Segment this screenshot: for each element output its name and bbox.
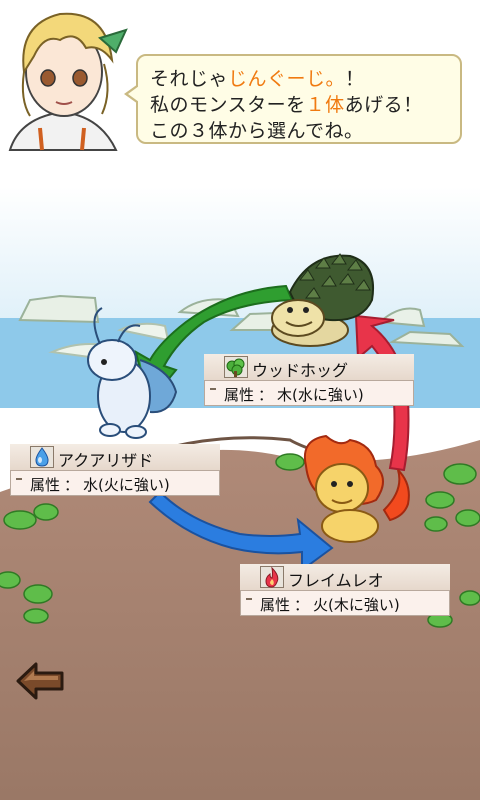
- monster-attribute: 属性：水(火に強い): [30, 474, 170, 495]
- speech-bubble-tail-fill: [128, 86, 139, 102]
- dialog-count: １体: [305, 94, 345, 116]
- back-button[interactable]: [14, 660, 66, 702]
- dialog-text: それじゃ: [150, 68, 229, 90]
- dialog-text: あげる！: [344, 94, 423, 116]
- speech-bubble: それじゃじんぐーじ。！ 私のモンスターを１体あげる！ この３体から選んでね。: [136, 54, 462, 144]
- dialog-text: ！: [345, 68, 365, 90]
- flame-icon: [260, 566, 284, 588]
- leaf-icon: [224, 356, 248, 378]
- plate-name-bar: ウッドホッグ: [204, 354, 414, 381]
- dialog-line-3: この３体から選んでね。: [150, 120, 364, 142]
- plate-name-bar: アクアリザド: [10, 444, 220, 471]
- water-drop-icon: [30, 446, 54, 468]
- dialog-line-1: それじゃじんぐーじ。！: [150, 64, 365, 91]
- attribute-value: 火(木に強い): [313, 596, 400, 614]
- dialog-text: 私のモンスターを: [150, 94, 306, 116]
- monster-card-aqua-lizard[interactable]: アクアリザド 属性：水(火に強い): [10, 444, 220, 496]
- back-arrow-icon: [16, 662, 64, 700]
- monster-attribute: 属性：火(木に強い): [260, 594, 400, 615]
- attribute-label: 属性: [30, 476, 61, 494]
- dialog-line-2: 私のモンスターを１体あげる！: [150, 90, 423, 117]
- attribute-colon: ：: [258, 386, 274, 404]
- monster-name: ウッドホッグ: [252, 361, 349, 380]
- monster-name: フレイムレオ: [288, 571, 384, 590]
- monster-card-wood-hog[interactable]: ウッドホッグ 属性：木(水に強い): [204, 354, 414, 406]
- attribute-label: 属性: [224, 386, 255, 404]
- monster-card-flame-leo[interactable]: フレイムレオ 属性：火(木に強い): [240, 564, 450, 616]
- monster-name: アクアリザド: [58, 451, 154, 470]
- attribute-colon: ：: [64, 476, 80, 494]
- player-name: じんぐーじ。: [228, 68, 346, 90]
- attribute-colon: ：: [294, 596, 310, 614]
- plate-bullet: [246, 598, 252, 600]
- character-portrait: [0, 0, 130, 151]
- plate-bullet: [16, 478, 22, 480]
- plate-bullet: [210, 388, 216, 390]
- attribute-value: 木(水に強い): [277, 386, 364, 404]
- plate-name-bar: フレイムレオ: [240, 564, 450, 591]
- attribute-value: 水(火に強い): [83, 476, 170, 494]
- monster-attribute: 属性：木(水に強い): [224, 384, 364, 405]
- attribute-label: 属性: [260, 596, 291, 614]
